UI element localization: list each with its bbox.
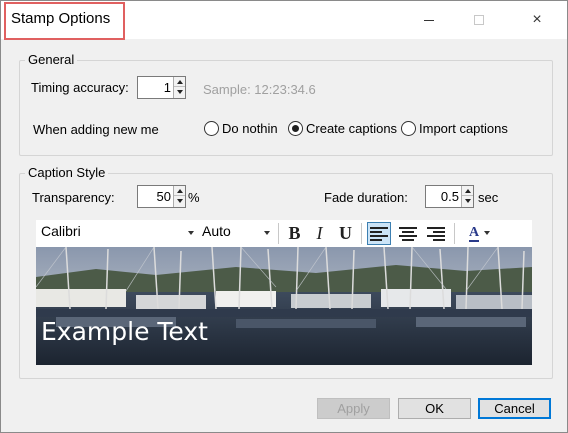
timing-accuracy-label: Timing accuracy:: [31, 80, 129, 95]
title-bar: Stamp Options ×: [1, 1, 567, 40]
radio-circle: [401, 121, 416, 136]
fade-duration-label: Fade duration:: [324, 190, 408, 205]
align-right-button[interactable]: [423, 222, 447, 245]
triangle-down-icon: [464, 199, 471, 203]
marina-preview-image: [36, 247, 532, 365]
fade-duration-unit: sec: [478, 190, 499, 205]
font-color-icon: A: [468, 224, 480, 242]
minimize-button[interactable]: [406, 1, 452, 39]
timing-accuracy-value: 1: [163, 80, 171, 95]
font-family-value: Calibri: [41, 223, 81, 239]
chevron-down-icon: [188, 231, 194, 235]
align-right-icon: [427, 226, 445, 229]
adding-new-label: When adding new me: [33, 122, 159, 137]
chevron-down-icon: [484, 231, 490, 235]
transparency-label: Transparency:: [32, 190, 115, 205]
font-color-button[interactable]: A: [460, 222, 490, 245]
transparency-value: 50: [156, 189, 171, 204]
radio-circle: [288, 121, 303, 136]
spin-up-button[interactable]: [174, 77, 185, 87]
align-center-icon: [399, 226, 417, 229]
close-button[interactable]: ×: [514, 1, 560, 39]
toolbar-separator: [278, 223, 279, 244]
caption-style-legend: Caption Style: [25, 165, 109, 180]
apply-button: Apply: [317, 398, 390, 419]
transparency-spinner[interactable]: 50: [137, 185, 186, 208]
spin-down-button[interactable]: [462, 196, 473, 206]
triangle-up-icon: [464, 188, 471, 193]
radio-create-captions[interactable]: Create captions: [288, 121, 397, 136]
align-left-icon: [370, 238, 382, 241]
font-size-value: Auto: [202, 223, 231, 239]
caption-preview: Example Text: [36, 247, 532, 365]
general-group: [19, 60, 553, 156]
maximize-icon: [474, 15, 484, 25]
align-right-icon: [427, 234, 445, 237]
radio-selected-dot: [292, 125, 299, 132]
maximize-button: [456, 1, 502, 39]
align-center-icon: [402, 230, 414, 233]
example-caption-text: Example Text: [41, 317, 208, 346]
radio-do-nothing-label: Do nothin: [222, 121, 278, 136]
underline-button[interactable]: U: [334, 222, 357, 245]
ok-button[interactable]: OK: [398, 398, 471, 419]
bold-button[interactable]: B: [283, 222, 306, 245]
font-family-dropdown[interactable]: Calibri: [41, 223, 194, 243]
toolbar-separator: [454, 223, 455, 244]
window-title: Stamp Options: [11, 10, 111, 27]
align-center-button[interactable]: [396, 222, 420, 245]
fade-duration-value: 0.5: [440, 189, 459, 204]
general-legend: General: [25, 52, 78, 67]
align-right-icon: [433, 238, 445, 241]
radio-create-captions-label: Create captions: [306, 121, 398, 136]
align-center-icon: [402, 238, 414, 241]
transparency-spin-buttons: [173, 186, 185, 207]
minimize-icon: [424, 19, 434, 21]
triangle-up-icon: [176, 188, 183, 193]
transparency-unit: %: [188, 190, 200, 205]
timing-spin-buttons: [173, 77, 185, 98]
toolbar-separator: [361, 223, 362, 244]
spin-up-button[interactable]: [174, 186, 185, 196]
font-size-dropdown[interactable]: Auto: [202, 223, 270, 243]
spin-down-button[interactable]: [174, 87, 185, 97]
align-left-icon: [370, 226, 388, 229]
format-toolbar: Calibri Auto B I U A: [36, 220, 532, 247]
align-left-button[interactable]: [367, 222, 391, 245]
radio-circle: [204, 121, 219, 136]
align-left-icon: [370, 234, 388, 237]
align-right-icon: [433, 230, 445, 233]
align-left-icon: [370, 230, 382, 233]
triangle-down-icon: [176, 90, 183, 94]
spin-down-button[interactable]: [174, 196, 185, 206]
fade-spin-buttons: [461, 186, 473, 207]
radio-import-captions[interactable]: Import captions: [401, 121, 508, 136]
radio-do-nothing[interactable]: Do nothin: [204, 121, 278, 136]
italic-button[interactable]: I: [308, 222, 331, 245]
radio-import-captions-label: Import captions: [419, 121, 508, 136]
chevron-down-icon: [264, 231, 270, 235]
stamp-options-dialog: Stamp Options × General Timing accuracy:…: [0, 0, 568, 433]
timing-accuracy-spinner[interactable]: 1: [137, 76, 186, 99]
triangle-up-icon: [176, 79, 183, 84]
sample-text: Sample: 12:23:34.6: [203, 82, 316, 97]
triangle-down-icon: [176, 199, 183, 203]
cancel-button[interactable]: Cancel: [478, 398, 551, 419]
fade-duration-spinner[interactable]: 0.5: [425, 185, 474, 208]
spin-up-button[interactable]: [462, 186, 473, 196]
align-center-icon: [399, 234, 417, 237]
close-icon: ×: [532, 11, 542, 28]
